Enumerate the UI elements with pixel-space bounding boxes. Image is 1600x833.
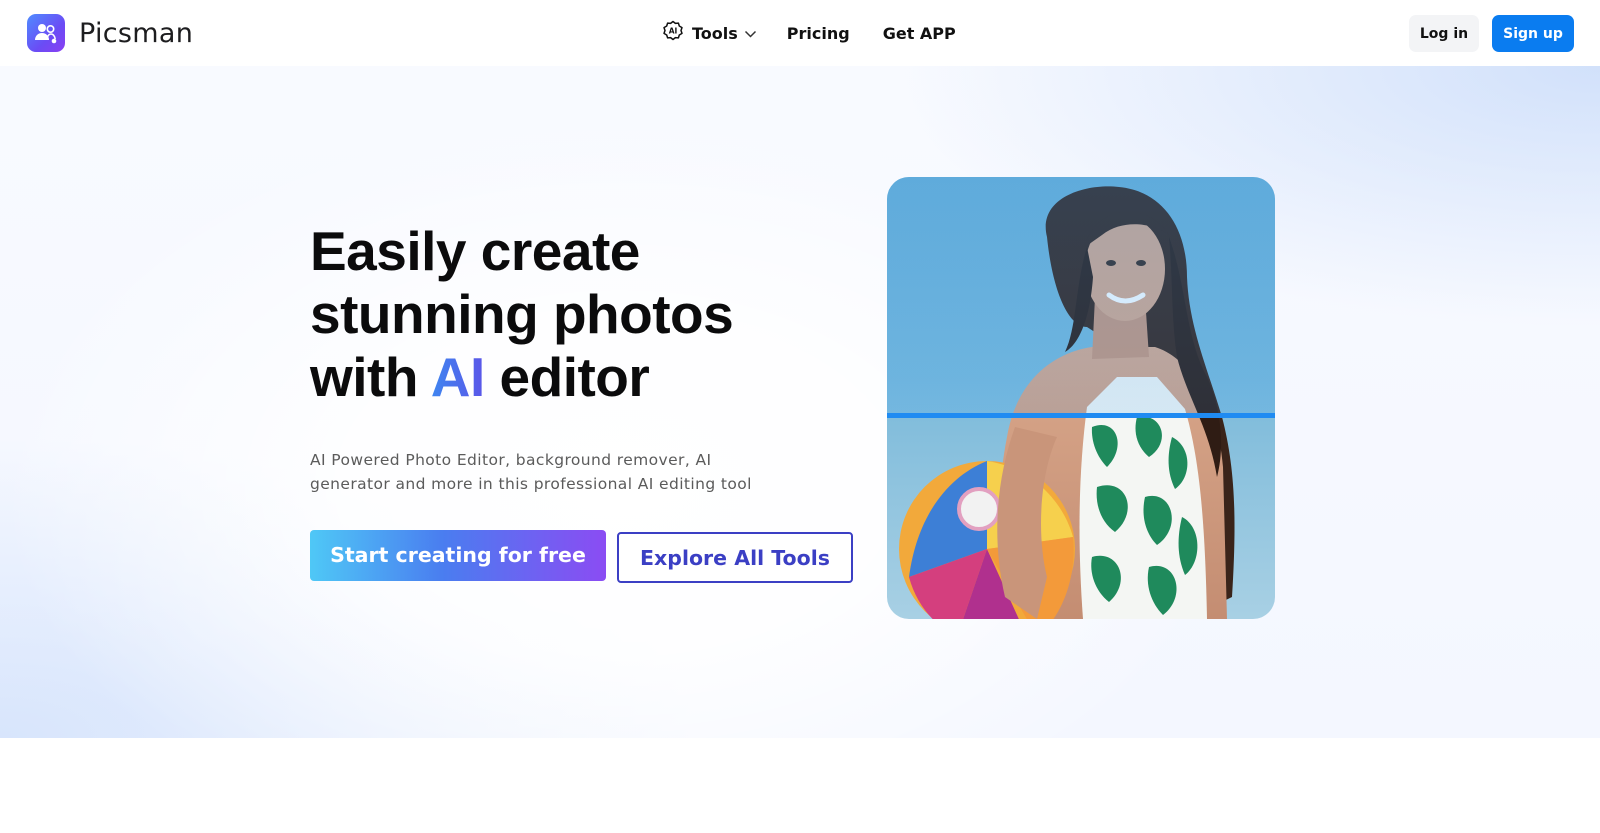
brand-name: Picsman [79, 17, 194, 49]
explore-tools-button[interactable]: Explore All Tools [617, 532, 853, 583]
login-button[interactable]: Log in [1409, 15, 1479, 52]
people-icon [27, 14, 65, 52]
ai-badge-text: AI [669, 27, 678, 36]
headline-line-3-post: editor [499, 346, 650, 408]
hero-cta-row: Start creating for free Explore All Tool… [310, 530, 853, 583]
signup-button[interactable]: Sign up [1492, 15, 1574, 52]
nav-pricing-link[interactable]: Pricing [787, 24, 850, 43]
nav-get-app-link[interactable]: Get APP [883, 24, 956, 43]
headline-ai-highlight: AI [430, 346, 486, 408]
site-header: Picsman AI Tools Pricing Get APP Log in … [0, 0, 1600, 66]
nav-tools-dropdown[interactable]: AI Tools [662, 20, 757, 46]
hero-headline: Easily create stunning photos with AI ed… [310, 220, 870, 409]
hero-copy: Easily create stunning photos with AI ed… [310, 220, 870, 496]
brand-logo[interactable]: Picsman [27, 14, 193, 52]
below-fold-area [0, 738, 1600, 833]
nav-tools-label: Tools [692, 23, 738, 43]
headline-line-1: Easily create [310, 220, 640, 282]
hero-section: Easily create stunning photos with AI ed… [0, 66, 1600, 738]
main-nav: AI Tools Pricing Get APP [662, 20, 956, 46]
hero-image [887, 177, 1275, 619]
headline-line-2: stunning photos [310, 283, 734, 345]
auth-buttons: Log in Sign up [1409, 15, 1574, 52]
chevron-down-icon [744, 24, 757, 43]
hero-subtitle: AI Powered Photo Editor, background remo… [310, 451, 752, 493]
ai-badge-icon: AI [662, 20, 684, 46]
headline-line-3-pre: with [310, 346, 418, 408]
start-creating-button[interactable]: Start creating for free [310, 530, 606, 581]
